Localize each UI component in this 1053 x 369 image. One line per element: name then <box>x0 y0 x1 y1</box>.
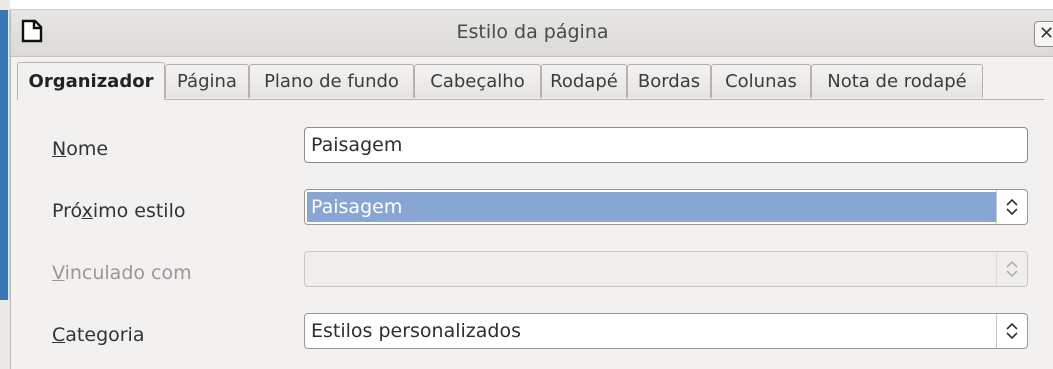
vinculado-com-value <box>305 252 997 286</box>
proximo-label-mnemonic: x <box>81 200 93 222</box>
proximo-label-b: imo estilo <box>92 200 186 222</box>
vinculado-com-label: Vinculado com <box>52 262 192 284</box>
up-down-arrows-icon[interactable] <box>996 314 1027 348</box>
proximo-estilo-select[interactable]: Paisagem <box>304 189 1028 225</box>
page-style-dialog: Estilo da página ✕ Organizador Página Pl… <box>10 10 1053 369</box>
tab-nota-de-rodape[interactable]: Nota de rodapé <box>811 64 983 98</box>
proximo-estilo-value: Paisagem <box>307 192 997 222</box>
vinculado-com-select[interactable] <box>304 251 1028 287</box>
nome-label-mnemonic: N <box>52 138 67 160</box>
vinculado-label-mnemonic: V <box>52 262 65 284</box>
categoria-select[interactable]: Estilos personalizados <box>304 313 1028 349</box>
vinculado-label-rest: inculado com <box>64 262 192 284</box>
tab-pagina[interactable]: Página <box>165 64 249 98</box>
categoria-label-rest: ategoria <box>65 324 145 346</box>
workspace-left-strip <box>0 10 8 300</box>
nome-label-rest: ome <box>66 138 109 160</box>
close-button[interactable]: ✕ <box>1034 21 1053 47</box>
tab-rodape[interactable]: Rodapé <box>541 64 627 98</box>
categoria-label-mnemonic: C <box>52 324 66 346</box>
up-down-arrows-icon[interactable] <box>996 252 1027 286</box>
tab-cabecalho[interactable]: Cabeçalho <box>414 64 541 98</box>
up-down-arrows-icon[interactable] <box>996 190 1027 224</box>
tab-colunas[interactable]: Colunas <box>711 64 811 98</box>
dialog-title: Estilo da página <box>456 21 609 43</box>
tab-organizador[interactable]: Organizador <box>17 62 165 100</box>
proximo-label-a: Pró <box>52 200 82 222</box>
tab-baseline <box>17 99 1044 100</box>
tab-bordas[interactable]: Bordas <box>627 64 711 98</box>
categoria-value: Estilos personalizados <box>311 320 522 342</box>
titlebar: Estilo da página ✕ <box>11 10 1053 57</box>
tab-plano-de-fundo[interactable]: Plano de fundo <box>249 64 414 98</box>
nome-label: Nome <box>52 138 108 160</box>
close-icon: ✕ <box>1039 23 1053 44</box>
categoria-label: Categoria <box>52 324 144 346</box>
proximo-estilo-label: Próximo estilo <box>52 200 185 222</box>
nome-field[interactable]: Paisagem <box>304 127 1028 163</box>
